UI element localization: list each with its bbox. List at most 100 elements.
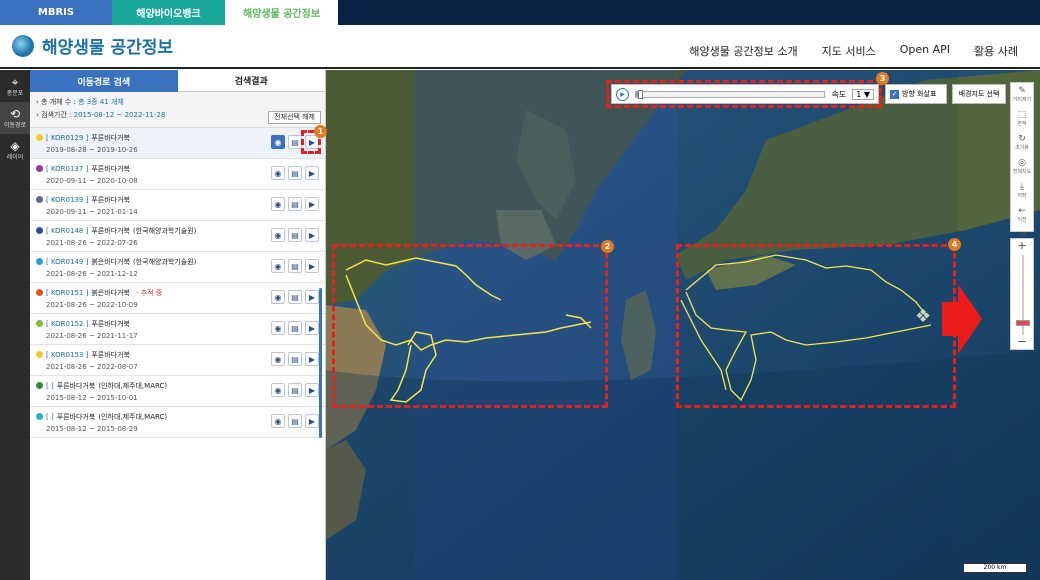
tool-label: 이전 xyxy=(1017,217,1027,223)
document-icon[interactable]: ▤ xyxy=(288,383,302,397)
play-circle-icon[interactable]: ▶ xyxy=(305,228,319,242)
basemap-select-button[interactable]: 배경지도 선택 xyxy=(952,84,1006,104)
play-circle-icon[interactable]: ▶ xyxy=(305,414,319,428)
document-icon[interactable]: ▤ xyxy=(288,259,302,273)
rail-item-distribution[interactable]: ⌖ 종분포 xyxy=(0,70,30,102)
list-item[interactable]: [ KOR0153 ] 푸른바다거북 2021-08-26 ~ 2022-08-07… xyxy=(30,345,325,376)
rail-item-migration[interactable]: ⟲ 이동경로 xyxy=(0,102,30,134)
eye-icon[interactable]: ◉ xyxy=(271,352,285,366)
species-name: 푸른바다거북 xyxy=(91,195,130,204)
zoom-control: + − xyxy=(1010,238,1034,350)
main-nav: 해양생물 공간정보 소개 지도 서비스 Open API 활용 사례 xyxy=(689,43,1018,59)
list-item[interactable]: [ KOR0148 ] 푸른바다거북 (한국해양과학기술원) 2021-08-26 ~… xyxy=(30,221,325,252)
tool-label: 초기화 xyxy=(1015,145,1029,151)
site-logo[interactable]: 해양생물 공간정보 xyxy=(12,33,173,58)
organization: (인하대,제주대,MARC) xyxy=(98,381,168,390)
tool-label: 저장 xyxy=(1017,193,1027,199)
play-circle-icon[interactable]: ▶ xyxy=(305,259,319,273)
direction-arrow-toggle[interactable]: ✓ 방향 화살표 xyxy=(885,84,947,104)
rail-label: 종분포 xyxy=(6,89,24,97)
globe-logo-icon xyxy=(12,34,34,57)
tool-ruler[interactable]: ✎ 거리재기 xyxy=(1011,83,1033,107)
list-item[interactable]: [ KOR0151 ] 붉은바다거북 - 추적 중 2021-08-26 ~ 2022… xyxy=(30,283,325,314)
play-circle-icon[interactable]: ▶ xyxy=(305,383,319,397)
eye-icon[interactable]: ◉ xyxy=(271,197,285,211)
nav-intro[interactable]: 해양생물 공간정보 소개 xyxy=(689,43,797,59)
nav-map-service[interactable]: 지도 서비스 xyxy=(822,43,876,59)
tab-mbris[interactable]: MBRIS xyxy=(0,0,112,25)
color-dot-icon xyxy=(36,165,43,172)
zoom-out-button[interactable]: − xyxy=(1011,335,1033,349)
rail-label: 레이어 xyxy=(6,153,24,161)
list-item[interactable]: [ KOR0137 ] 푸른바다거북 2020-09-11 ~ 2020-10-08… xyxy=(30,159,325,190)
tab-marine-biobank[interactable]: 해양바이오뱅크 xyxy=(112,0,225,25)
callout-badge-4: 4 xyxy=(948,238,961,251)
document-icon[interactable]: ▤ xyxy=(288,135,302,149)
row-actions: ◉ ▤ ▶ xyxy=(271,290,319,304)
play-circle-icon[interactable]: ▶ xyxy=(305,166,319,180)
tool-area[interactable]: ⬚ 면적 xyxy=(1011,107,1033,131)
route-icon: ⟲ xyxy=(9,106,21,121)
tag-code: [ KOR0153 ] xyxy=(46,350,89,359)
document-icon[interactable]: ▤ xyxy=(288,228,302,242)
list-item[interactable]: [ KOR0139 ] 푸른바다거북 2020-09-11 ~ 2021-01-14… xyxy=(30,190,325,221)
zoom-in-button[interactable]: + xyxy=(1011,239,1033,253)
tool-back[interactable]: ← 이전 xyxy=(1011,203,1033,227)
list-item[interactable]: [ ] 푸른바다거북 (인하대,제주대,MARC) 2015-08-12 ~ 2015… xyxy=(30,376,325,407)
tool-label: 전체지도 xyxy=(1012,169,1032,175)
tool-globe[interactable]: ◎ 전체지도 xyxy=(1011,155,1033,179)
globe-icon: ◎ xyxy=(1018,158,1026,168)
tracking-status: - 추적 중 xyxy=(135,288,163,297)
row-actions: ◉ ▤ ▶ xyxy=(271,321,319,335)
organization: (인하대,제주대,MARC) xyxy=(98,412,168,421)
count-label: 총 개체 수 : xyxy=(41,98,76,106)
direction-label: 방향 화살표 xyxy=(902,90,937,98)
callout-badge-3: 3 xyxy=(876,72,889,85)
color-dot-icon xyxy=(36,258,43,265)
site-title: 해양생물 공간정보 xyxy=(42,38,174,58)
document-icon[interactable]: ▤ xyxy=(288,321,302,335)
list-item[interactable]: [ ] 푸른바다거북 (인하대,제주대,MARC) 2015-08-12 ~ 2015… xyxy=(30,407,325,438)
tab-route-search[interactable]: 이동경로 검색 xyxy=(30,70,178,92)
document-icon[interactable]: ▤ xyxy=(288,166,302,180)
eye-icon[interactable]: ◉ xyxy=(271,135,285,149)
eye-icon[interactable]: ◉ xyxy=(271,259,285,273)
play-circle-icon[interactable]: ▶ xyxy=(305,290,319,304)
species-name: 붉은바다거북 xyxy=(91,288,130,297)
play-circle-icon[interactable]: ▶ xyxy=(305,321,319,335)
eye-icon[interactable]: ◉ xyxy=(271,290,285,304)
highlight-map-region-before xyxy=(332,244,608,408)
tab-marine-spatial-info[interactable]: 해양생물 공간정보 xyxy=(225,0,338,25)
scrollbar[interactable] xyxy=(319,288,322,438)
eye-icon[interactable]: ◉ xyxy=(271,383,285,397)
tab-search-results[interactable]: 검색결과 xyxy=(177,70,325,92)
tool-refresh[interactable]: ↻ 초기화 xyxy=(1011,131,1033,155)
list-item[interactable]: [ KOR0152 ] 푸른바다거북 2021-08-26 ~ 2021-11-17… xyxy=(30,314,325,345)
document-icon[interactable]: ▤ xyxy=(288,290,302,304)
color-dot-icon xyxy=(36,227,43,234)
play-circle-icon[interactable]: ▶ xyxy=(305,197,319,211)
row-actions: ◉ ▤ ▶ xyxy=(271,197,319,211)
document-icon[interactable]: ▤ xyxy=(288,414,302,428)
nav-use-cases[interactable]: 활용 사례 xyxy=(974,43,1018,59)
color-dot-icon xyxy=(36,320,43,327)
species-name: 푸른바다거북 xyxy=(91,350,130,359)
list-item[interactable]: [ KOR0149 ] 붉은바다거북 (한국해양과학기술원) 2021-08-26 ~… xyxy=(30,252,325,283)
list-item[interactable]: [ KOR0129 ] 푸른바다거북 2019-08-28 ~ 2019-10-26… xyxy=(30,128,325,159)
document-icon[interactable]: ▤ xyxy=(288,197,302,211)
eye-icon[interactable]: ◉ xyxy=(271,414,285,428)
rail-item-layers[interactable]: ◈ 레이어 xyxy=(0,134,30,166)
eye-icon[interactable]: ◉ xyxy=(271,228,285,242)
tool-save[interactable]: ⤓ 저장 xyxy=(1011,179,1033,203)
clear-selection-button[interactable]: 전체선택 해제 xyxy=(268,111,321,124)
tag-code: [ KOR0148 ] xyxy=(46,226,89,235)
zoom-handle[interactable] xyxy=(1016,320,1030,326)
checkbox-checked-icon[interactable]: ✓ xyxy=(890,89,899,99)
results-summary: › 총 개체 수 : 총 3종 41 개체 › 검색기간 : 2015-08-1… xyxy=(30,92,325,128)
map-tools: ✎거리재기⬚면적↻초기화◎전체지도⤓저장←이전→다음 xyxy=(1010,82,1034,247)
document-icon[interactable]: ▤ xyxy=(288,352,302,366)
play-circle-icon[interactable]: ▶ xyxy=(305,352,319,366)
eye-icon[interactable]: ◉ xyxy=(271,166,285,180)
nav-open-api[interactable]: Open API xyxy=(900,43,950,59)
eye-icon[interactable]: ◉ xyxy=(271,321,285,335)
